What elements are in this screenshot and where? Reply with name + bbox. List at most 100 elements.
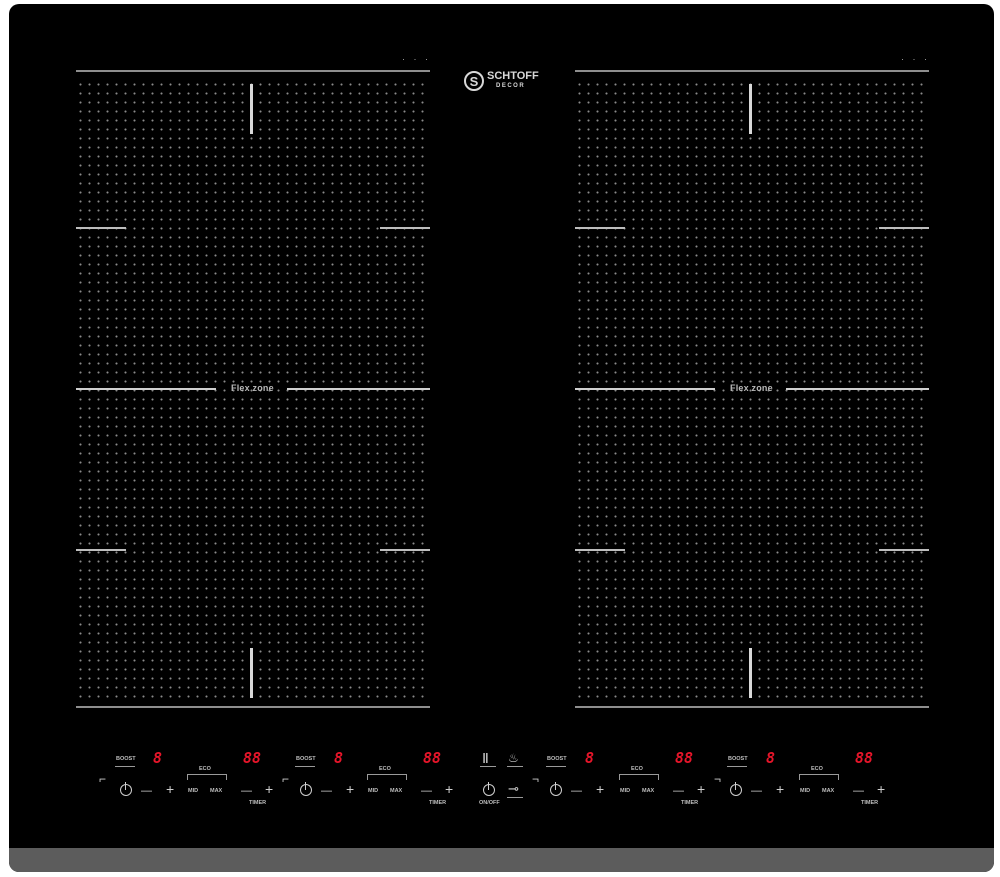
zone-2-power-icon[interactable]	[300, 782, 312, 796]
left-zone-top-line	[76, 70, 430, 72]
timer-display-3: 88	[675, 749, 694, 767]
boost-label-2[interactable]: BOOST	[296, 756, 316, 762]
brand-name: SCHTOFF DECOR	[487, 71, 539, 91]
lock-icon[interactable]: ⊸	[508, 782, 519, 796]
zone-3-power-icon[interactable]	[550, 782, 562, 796]
plus-button-1[interactable]: +	[166, 782, 174, 796]
boost-underline-1	[115, 766, 135, 767]
left-zone-indicator: · · ·	[402, 54, 431, 64]
timer-display-4: 88	[855, 749, 874, 767]
mid-button-3[interactable]: MID	[620, 788, 630, 794]
zone-2-marker-icon: ⌐	[282, 772, 290, 786]
timer-plus-button-2[interactable]: +	[445, 782, 453, 796]
left-zone-tick-upper-right	[380, 227, 430, 229]
zone-1-marker-icon: ⌐	[99, 772, 107, 786]
lock-underline	[507, 797, 523, 798]
timer-minus-button-1[interactable]: —	[241, 784, 252, 798]
eco-label-1: ECO	[199, 766, 211, 772]
left-zone-bottom-marker	[250, 648, 253, 698]
timer-label-2: TIMER	[429, 800, 447, 806]
zone-4-marker-icon: ¬	[714, 772, 722, 786]
timer-plus-button-3[interactable]: +	[697, 782, 705, 796]
timer-display-1: 88	[243, 749, 262, 767]
brand-logo: S SCHTOFF DECOR	[464, 71, 539, 91]
right-zone-top-marker	[749, 84, 752, 134]
timer-plus-button-1[interactable]: +	[265, 782, 273, 796]
right-zone-top-line	[575, 70, 929, 72]
minus-button-3[interactable]: —	[571, 784, 582, 798]
left-zone-divider-right	[287, 388, 430, 390]
control-group-4: ¬ BOOST 8 — + ECO MID MAX 88 — + TIMER	[709, 744, 889, 814]
timer-minus-button-4[interactable]: —	[853, 784, 864, 798]
control-group-1: ⌐ BOOST 8 — + ECO MID MAX 88 — + TIMER	[99, 744, 279, 814]
timer-minus-button-2[interactable]: —	[421, 784, 432, 798]
left-zone-label: Flex zone	[231, 383, 274, 393]
eco-label-3: ECO	[631, 766, 643, 772]
timer-label-4: TIMER	[861, 800, 879, 806]
minus-button-2[interactable]: —	[321, 784, 332, 798]
right-zone-divider-right	[786, 388, 929, 390]
plus-button-2[interactable]: +	[346, 782, 354, 796]
induction-hob: Flex zone · · · Flex zone · · · S SCHTOF…	[9, 4, 994, 872]
max-button-2[interactable]: MAX	[390, 788, 402, 794]
center-controls: Ⅱ ♨ ON/OFF ⊸	[474, 744, 534, 814]
plus-button-3[interactable]: +	[596, 782, 604, 796]
brand-mark-icon: S	[464, 71, 484, 91]
timer-minus-button-3[interactable]: —	[673, 784, 684, 798]
max-button-3[interactable]: MAX	[642, 788, 654, 794]
left-zone-bottom-line	[76, 706, 430, 708]
right-zone-tick-lower-left	[575, 549, 625, 551]
boost-label-3[interactable]: BOOST	[547, 756, 567, 762]
right-zone-label: Flex zone	[730, 383, 773, 393]
right-flex-zone[interactable]: Flex zone	[575, 70, 929, 708]
right-zone-bottom-line	[575, 706, 929, 708]
control-group-2: ⌐ BOOST 8 — + ECO MID MAX 88 — + TIMER	[279, 744, 459, 814]
timer-display-2: 88	[423, 749, 442, 767]
boost-underline-4	[727, 766, 747, 767]
eco-label-2: ECO	[379, 766, 391, 772]
brand-sub-text: DECOR	[496, 83, 526, 89]
zone-3-marker-icon: ¬	[532, 772, 540, 786]
keep-warm-icon[interactable]: ♨	[508, 751, 519, 765]
left-zone-top-marker	[250, 84, 253, 134]
boost-label-4[interactable]: BOOST	[728, 756, 748, 762]
level-display-1: 8	[153, 749, 163, 767]
on-off-label: ON/OFF	[479, 800, 500, 806]
zone-1-power-icon[interactable]	[120, 782, 132, 796]
right-zone-tick-upper-right	[879, 227, 929, 229]
timer-label-3: TIMER	[681, 800, 699, 806]
pause-underline	[480, 766, 496, 767]
left-flex-zone[interactable]: Flex zone	[76, 70, 430, 708]
plus-button-4[interactable]: +	[776, 782, 784, 796]
right-zone-divider-left	[575, 388, 715, 390]
zone-4-power-icon[interactable]	[730, 782, 742, 796]
minus-button-1[interactable]: —	[141, 784, 152, 798]
eco-bracket-3	[619, 774, 659, 780]
eco-label-4: ECO	[811, 766, 823, 772]
left-zone-divider-left	[76, 388, 216, 390]
mid-button-1[interactable]: MID	[188, 788, 198, 794]
mid-button-4[interactable]: MID	[800, 788, 810, 794]
boost-label-1[interactable]: BOOST	[116, 756, 136, 762]
right-zone-tick-upper-left	[575, 227, 625, 229]
max-button-1[interactable]: MAX	[210, 788, 222, 794]
level-display-2: 8	[334, 749, 344, 767]
timer-plus-button-4[interactable]: +	[877, 782, 885, 796]
eco-bracket-2	[367, 774, 407, 780]
mid-button-2[interactable]: MID	[368, 788, 378, 794]
eco-bracket-4	[799, 774, 839, 780]
eco-bracket-1	[187, 774, 227, 780]
keep-warm-underline	[507, 766, 523, 767]
right-zone-indicator: · · ·	[901, 54, 930, 64]
pause-icon[interactable]: Ⅱ	[482, 751, 489, 765]
level-display-3: 8	[585, 749, 595, 767]
level-display-4: 8	[766, 749, 776, 767]
control-group-3: ¬ BOOST 8 — + ECO MID MAX 88 — + TIMER	[529, 744, 709, 814]
right-zone-tick-lower-right	[879, 549, 929, 551]
right-zone-bottom-marker	[749, 648, 752, 698]
boost-underline-3	[546, 766, 566, 767]
max-button-4[interactable]: MAX	[822, 788, 834, 794]
minus-button-4[interactable]: —	[751, 784, 762, 798]
main-power-icon[interactable]	[483, 782, 495, 796]
left-zone-tick-upper-left	[76, 227, 126, 229]
